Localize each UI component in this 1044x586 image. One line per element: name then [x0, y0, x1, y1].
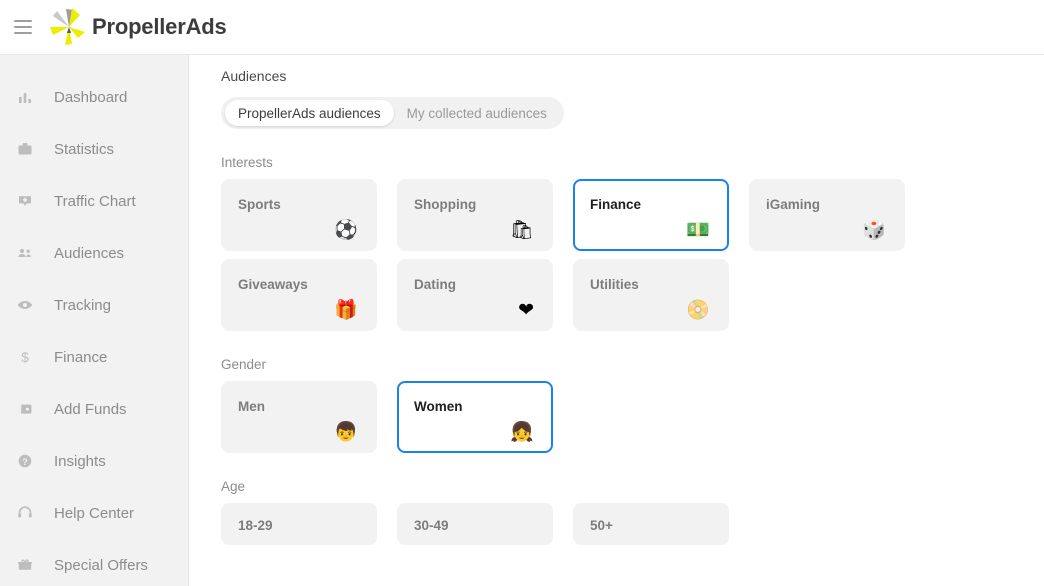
card-finance[interactable]: Finance 💵 [573, 179, 729, 251]
card-label: 18-29 [238, 518, 273, 533]
card-age-50-plus[interactable]: 50+ [573, 503, 729, 545]
card-label: Shopping [414, 197, 477, 212]
briefcase-icon [14, 138, 36, 160]
sidebar-item-label: Special Offers [54, 556, 148, 574]
card-sports[interactable]: Sports ⚽ [221, 179, 377, 251]
sidebar-item-dashboard[interactable]: Dashboard [0, 71, 188, 123]
sidebar-item-traffic-chart[interactable]: Traffic Chart [0, 175, 188, 227]
section-label-gender: Gender [221, 357, 267, 372]
sidebar-item-label: Help Center [54, 504, 135, 522]
brand-name: PropellerAds [92, 14, 227, 39]
sidebar-item-insights[interactable]: ? Insights [0, 435, 188, 487]
sidebar-item-label: Insights [54, 452, 106, 470]
interests-row-1: Sports ⚽ Shopping 🛍 Finance 💵 iGaming 🎲 [221, 179, 1044, 251]
tab-propellerads-audiences[interactable]: PropellerAds audiences [225, 100, 394, 126]
hamburger-line [14, 20, 32, 22]
card-label: Women [414, 399, 463, 414]
boy-face-icon: 👦 [334, 421, 358, 443]
sidebar-item-label: Add Funds [54, 400, 127, 418]
tab-my-collected-audiences[interactable]: My collected audiences [394, 100, 560, 126]
gender-row: Men 👦 Women 👧 [221, 381, 1044, 453]
propeller-logo-icon [48, 7, 90, 47]
card-giveaways[interactable]: Giveaways 🎁 [221, 259, 377, 331]
sidebar-item-tracking[interactable]: Tracking [0, 279, 188, 331]
wallet-icon [14, 398, 36, 420]
card-igaming[interactable]: iGaming 🎲 [749, 179, 905, 251]
sidebar-item-label: Finance [54, 348, 108, 366]
eye-icon [14, 294, 36, 316]
card-label: Finance [590, 197, 642, 212]
top-bar: PropellerAds [0, 0, 1044, 55]
svg-text:?: ? [22, 457, 28, 467]
soccer-ball-icon: ⚽ [334, 219, 358, 241]
card-label: Giveaways [238, 277, 308, 292]
traffic-chart-icon [14, 190, 36, 212]
sidebar-item-help-center[interactable]: Help Center [0, 487, 188, 539]
card-label: 30-49 [414, 518, 449, 533]
page-title: Audiences [221, 68, 287, 84]
sidebar-item-label: Statistics [54, 140, 115, 158]
card-label: Dating [414, 277, 456, 292]
sidebar-item-audiences[interactable]: Audiences [0, 227, 188, 279]
section-label-age: Age [221, 479, 246, 494]
age-row: 18-29 30-49 50+ [221, 503, 1044, 545]
heart-icon: ❤ [518, 299, 534, 321]
card-label: Utilities [590, 277, 639, 292]
gift-icon: 🎁 [334, 299, 358, 321]
card-shopping[interactable]: Shopping 🛍 [397, 179, 553, 251]
dollar-icon: $ [14, 346, 36, 368]
svg-text:$: $ [21, 349, 29, 365]
section-label-interests: Interests [221, 155, 273, 170]
card-age-18-29[interactable]: 18-29 [221, 503, 377, 545]
interests-row-2: Giveaways 🎁 Dating ❤ Utilities 📀 [221, 259, 1044, 331]
sidebar-item-label: Dashboard [54, 88, 128, 106]
sidebar: Dashboard Statistics Traffic Chart Audie… [0, 55, 189, 586]
card-label: iGaming [766, 197, 821, 212]
shopping-bags-icon: 🛍 [509, 219, 534, 241]
hamburger-icon[interactable] [14, 20, 32, 34]
banknote-icon: 💵 [686, 219, 710, 241]
audience-source-tabs: PropellerAds audiences My collected audi… [221, 97, 564, 129]
card-utilities[interactable]: Utilities 📀 [573, 259, 729, 331]
card-age-30-49[interactable]: 30-49 [397, 503, 553, 545]
sidebar-item-label: Audiences [54, 244, 125, 262]
sidebar-item-special-offers[interactable]: Special Offers [0, 539, 188, 586]
bar-chart-icon [14, 86, 36, 108]
card-men[interactable]: Men 👦 [221, 381, 377, 453]
dice-icon: 🎲 [862, 219, 886, 241]
sidebar-item-statistics[interactable]: Statistics [0, 123, 188, 175]
card-label: Sports [238, 197, 281, 212]
gift-box-icon [14, 554, 36, 576]
headset-icon [14, 502, 36, 524]
card-women[interactable]: Women 👧 [397, 381, 553, 453]
sidebar-item-add-funds[interactable]: Add Funds [0, 383, 188, 435]
question-circle-icon: ? [14, 450, 36, 472]
people-icon [14, 242, 36, 264]
sidebar-item-label: Traffic Chart [54, 192, 136, 210]
girl-face-icon: 👧 [510, 421, 534, 443]
sidebar-item-finance[interactable]: $ Finance [0, 331, 188, 383]
app-root: PropellerAds Dashboard Statistics Traffi… [0, 0, 1044, 586]
disc-icon: 📀 [686, 299, 710, 321]
card-label: Men [238, 399, 265, 414]
card-dating[interactable]: Dating ❤ [397, 259, 553, 331]
hamburger-line [14, 32, 32, 34]
main-content: Audiences PropellerAds audiences My coll… [190, 55, 1044, 586]
brand-logo[interactable]: PropellerAds [48, 7, 227, 47]
hamburger-line [14, 26, 32, 28]
card-label: 50+ [590, 518, 613, 533]
sidebar-item-label: Tracking [54, 296, 111, 314]
